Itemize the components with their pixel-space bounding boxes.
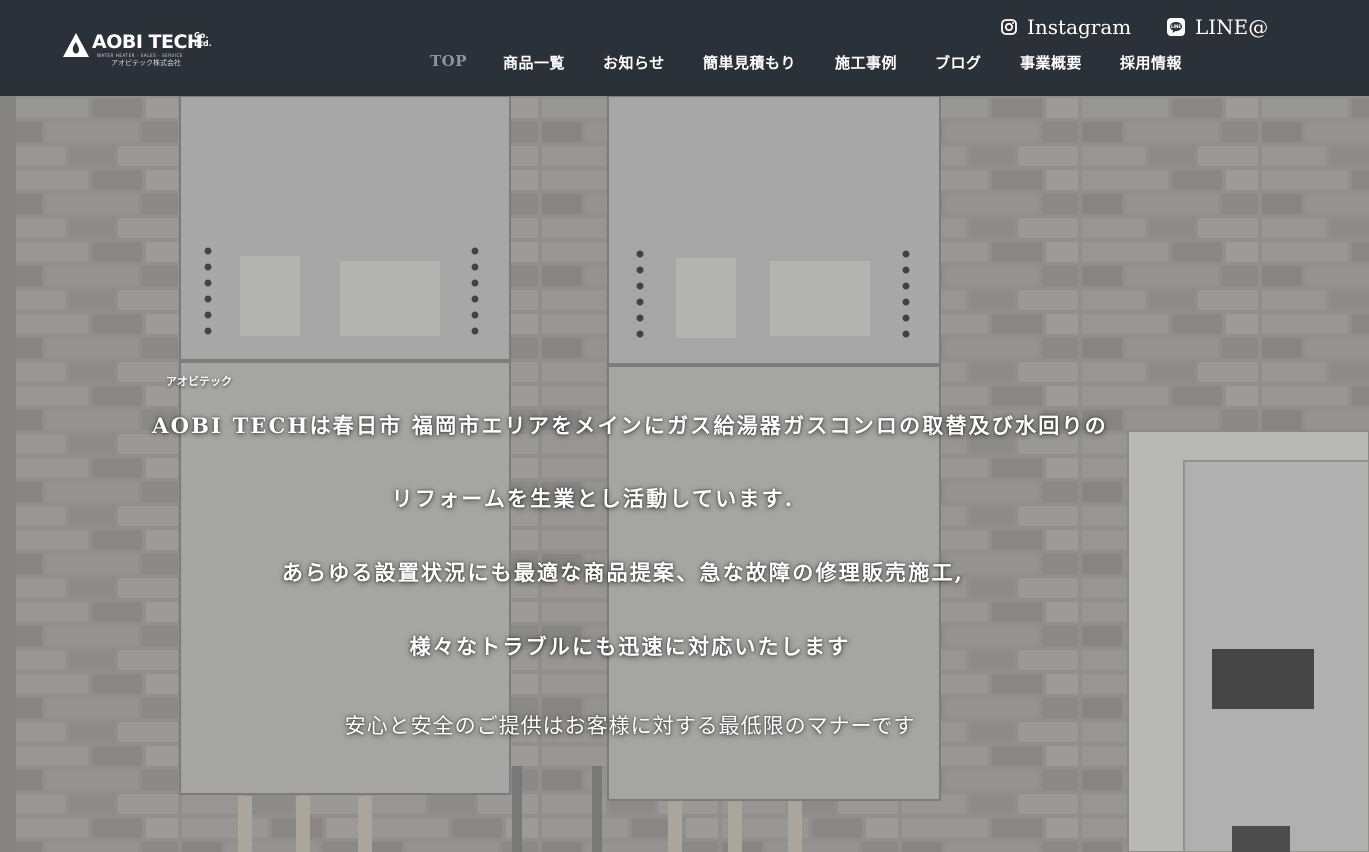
logo-name: AOBI TECH (92, 31, 203, 53)
nav-recruit[interactable]: 採用情報 (1120, 52, 1182, 73)
flame-logo-icon (63, 33, 89, 57)
nav-top[interactable]: TOP (430, 52, 467, 70)
site-logo[interactable]: AOBI TECH Co. Ltd. WATER HEATER · SALES … (63, 30, 213, 70)
logo-company-name: アオビテック株式会社 (111, 59, 181, 67)
site-header: AOBI TECH Co. Ltd. WATER HEATER · SALES … (0, 0, 1369, 96)
nav-company[interactable]: 事業概要 (1020, 52, 1082, 73)
nav-estimate[interactable]: 簡単見積もり (703, 52, 796, 73)
hero-text-line-5: 安心と安全のご提供はお客様に対する最低限のマナーです (344, 714, 916, 738)
svg-text:LINE: LINE (1171, 24, 1181, 29)
hero-section: アオビテック AOBI TECHは春日市 福岡市エリアをメインにガス給湯器ガスコ… (0, 96, 1369, 852)
logo-suffix: Co. Ltd. (194, 31, 212, 48)
instagram-label: Instagram (1027, 15, 1132, 39)
hero-text-line-4: 様々なトラブルにも迅速に対応いたします (409, 634, 851, 659)
nav-works[interactable]: 施工事例 (835, 52, 897, 73)
nav-products[interactable]: 商品一覧 (503, 52, 565, 73)
line-label: LINE@ (1195, 15, 1269, 39)
line-icon: LINE (1167, 18, 1185, 36)
hero-text-line-2: リフォームを生業とし活動しています. (391, 486, 795, 511)
instagram-icon (1001, 19, 1017, 35)
nav-news[interactable]: お知らせ (603, 52, 665, 73)
instagram-link[interactable]: Instagram (1001, 14, 1131, 40)
hero-text-line-3: あらゆる設置状況にも最適な商品提案、急な故障の修理販売施工, (281, 560, 965, 585)
hero-text-line-1: AOBI TECHは春日市 福岡市エリアをメインにガス給湯器ガスコンロの取替及び… (152, 413, 1108, 438)
nav-blog[interactable]: ブログ (935, 52, 982, 73)
line-link[interactable]: LINE LINE@ (1167, 14, 1268, 40)
hero-kana-label: アオビテック (166, 375, 232, 388)
